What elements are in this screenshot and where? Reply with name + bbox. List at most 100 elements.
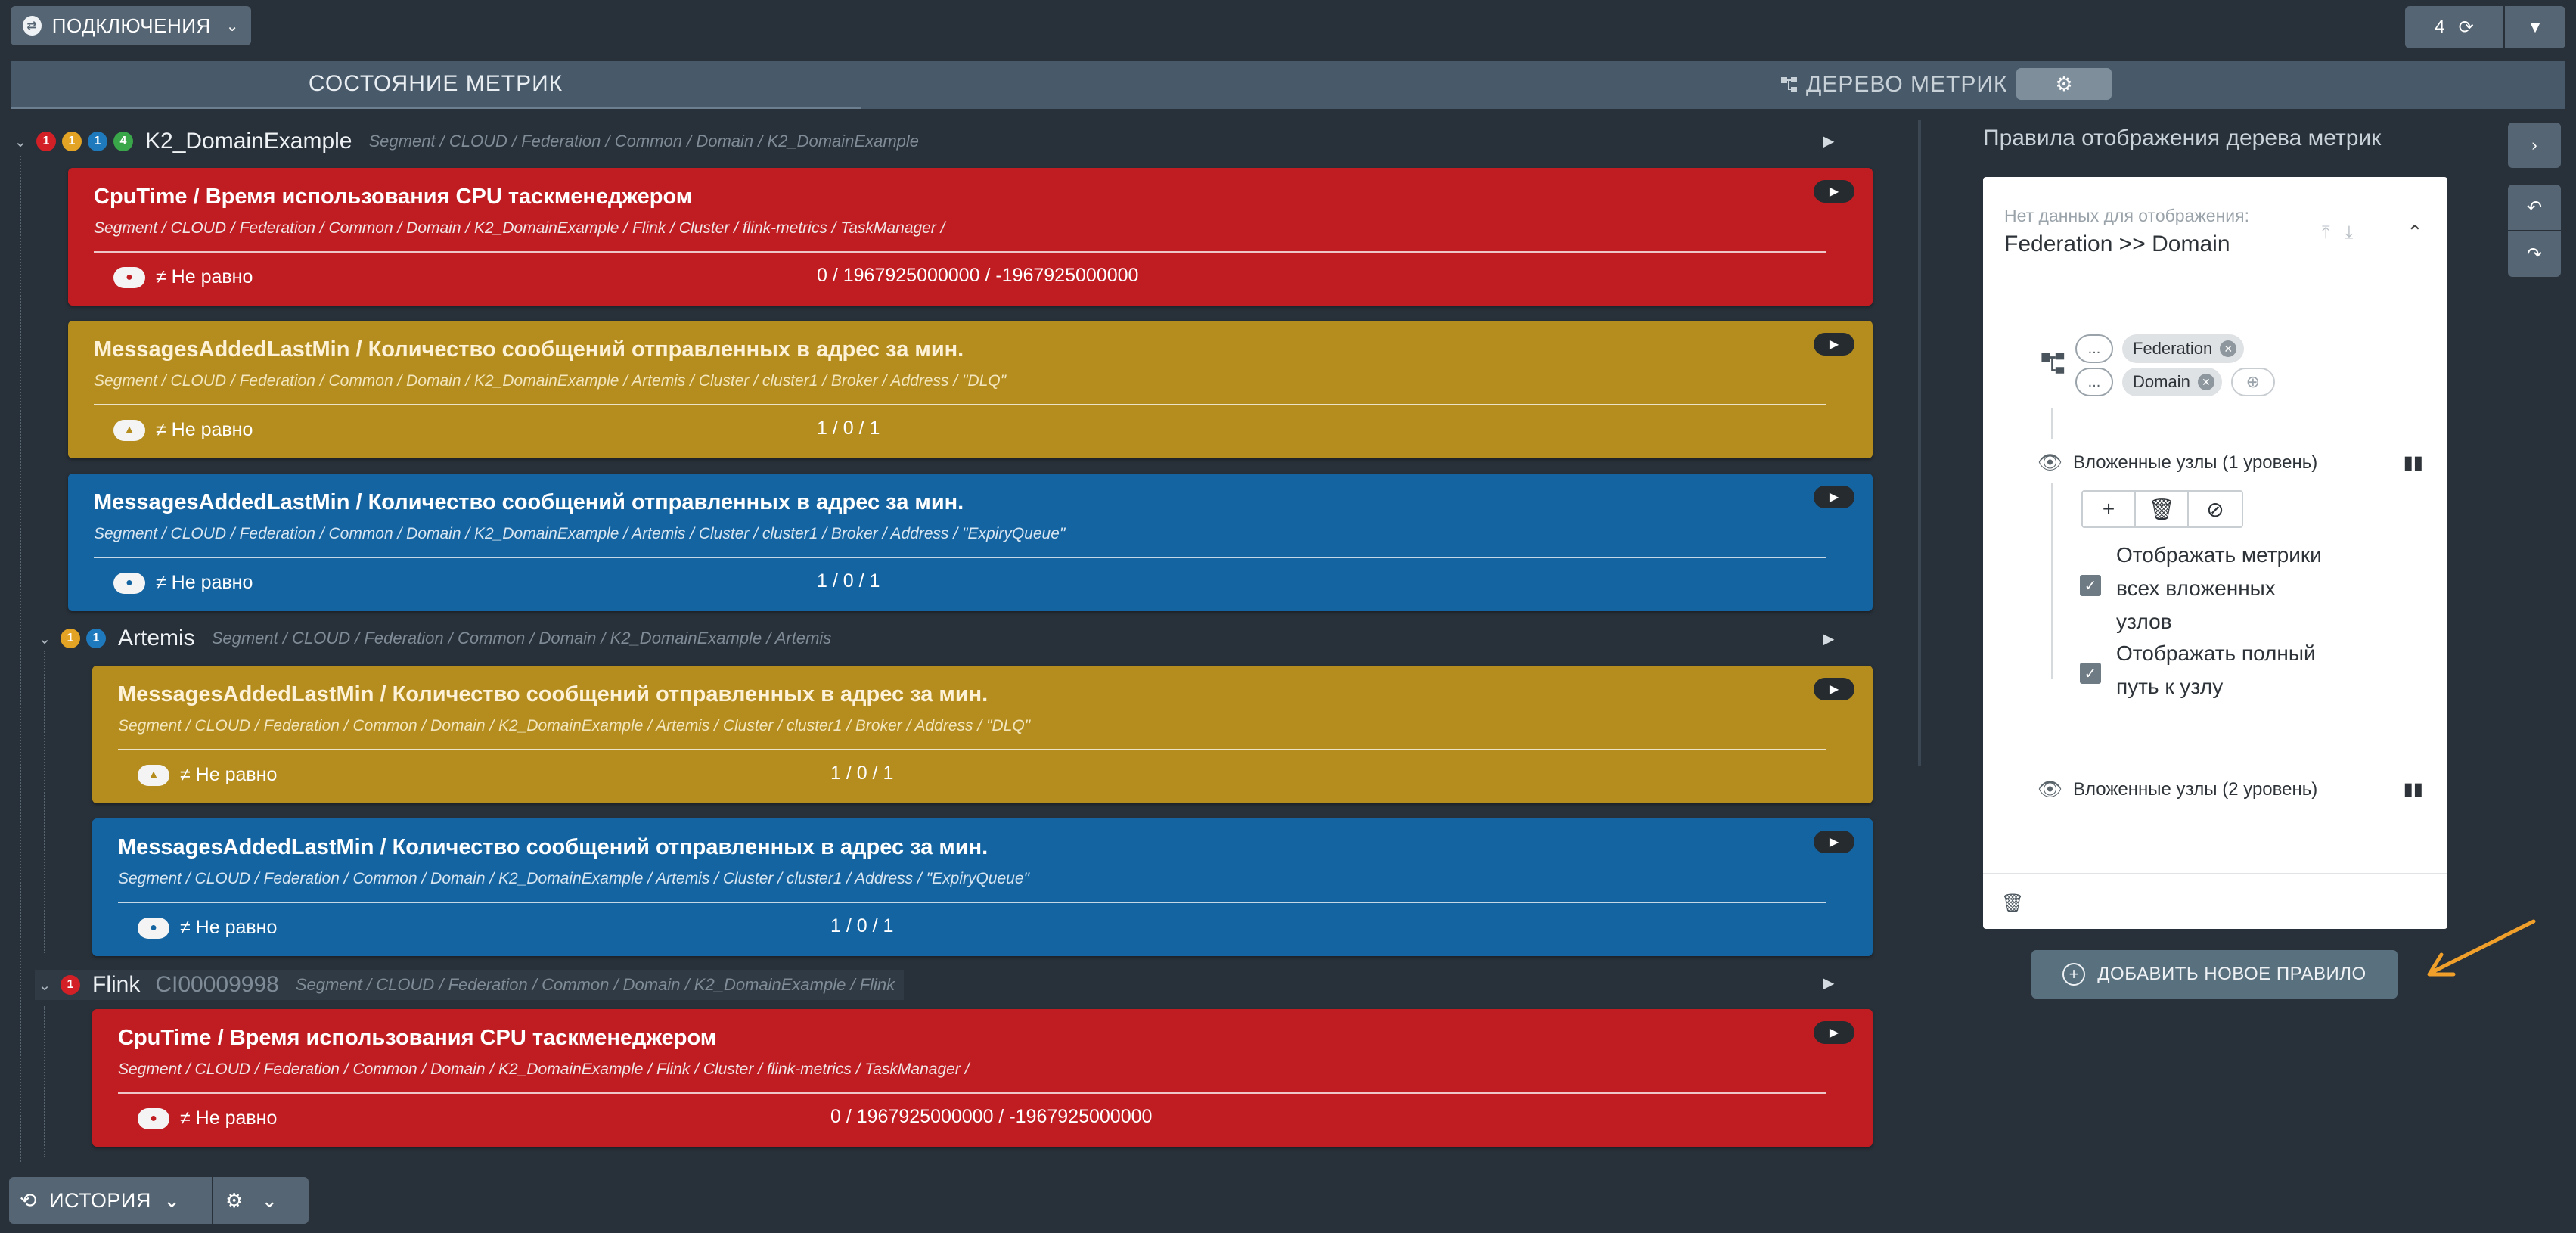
checkbox-checked-icon[interactable]: ✓ (2080, 575, 2101, 596)
chevron-down-icon[interactable]: ⌄ (11, 132, 30, 151)
tab-bar: СОСТОЯНИЕ МЕТРИК ДЕРЕВО МЕТРИК ⚙ (11, 61, 2565, 109)
metric-value: 1 / 0 / 1 (830, 915, 894, 936)
remove-tag-icon[interactable]: ✕ (2220, 340, 2237, 357)
checkbox-show-all-metrics[interactable]: ✓ Отображать метрики всех вложенных узло… (2080, 539, 2335, 638)
metric-path: Segment / CLOUD / Federation / Common / … (94, 219, 945, 237)
metric-card[interactable]: CpuTime / Время использования CPU таскме… (68, 168, 1873, 306)
divider (94, 251, 1826, 253)
panel-splitter[interactable] (1918, 120, 1921, 766)
tree-guide-line (2051, 483, 2053, 679)
chevron-up-icon[interactable]: ⌃ (2407, 221, 2423, 244)
connections-button[interactable]: ⇄ ПОДКЛЮЧЕНИЯ ⌄ (11, 6, 251, 45)
eye-icon[interactable]: 👁 (2038, 451, 2062, 474)
chevron-down-icon[interactable]: ⌄ (35, 976, 54, 995)
metric-card[interactable]: MessagesAddedLastMin / Количество сообще… (68, 321, 1873, 458)
level-2-label: Вложенные узлы (2 уровень) (2073, 778, 2318, 800)
plus-circle-icon: ⊕ (2245, 372, 2261, 391)
redo-button[interactable]: ↷ (2508, 231, 2561, 277)
refresh-count-button[interactable]: 4 ⟳ (2405, 6, 2503, 48)
hide-button[interactable]: ⊘ (2189, 492, 2242, 526)
node-path: Segment / CLOUD / Federation / Common / … (368, 132, 920, 151)
play-icon: ▶ (1829, 491, 1839, 504)
refresh-count: 4 (2435, 17, 2445, 37)
checkbox-show-full-path[interactable]: ✓ Отображать полный путь к узлу (2080, 637, 2335, 703)
metric-condition: ▲ ≠ Не равно (113, 419, 253, 441)
metric-card[interactable]: CpuTime / Время использования CPU таскме… (92, 1009, 1873, 1147)
condition-label: ≠ Не равно (156, 572, 253, 593)
move-top-icon[interactable]: ⤒ (2322, 222, 2330, 244)
tree-node-k2-domainexample[interactable]: ⌄ 1 1 1 4 K2_DomainExample Segment / CLO… (11, 126, 919, 157)
metric-card[interactable]: MessagesAddedLastMin / Количество сообще… (92, 666, 1873, 803)
play-button[interactable]: ▶ (1814, 486, 1854, 508)
play-button[interactable]: ▶ (1814, 831, 1854, 853)
metric-title: CpuTime / Время использования CPU таскме… (118, 1026, 717, 1050)
add-tag-button[interactable]: ⊕ (2230, 368, 2275, 396)
history-button[interactable]: ⟲ ИСТОРИЯ ⌄ (9, 1177, 212, 1224)
hierarchy-icon (2041, 351, 2066, 383)
undo-button[interactable]: ↶ (2508, 185, 2561, 230)
tree-node-flink[interactable]: ⌄ 1 Flink CI00009998 Segment / CLOUD / F… (35, 970, 905, 1000)
metric-title: MessagesAddedLastMin / Количество сообще… (118, 682, 989, 707)
node-title: K2_DomainExample (145, 129, 352, 154)
tag-label: Domain (2133, 372, 2190, 391)
divider (118, 749, 1826, 750)
metric-condition: ● ≠ Не равно (113, 572, 253, 594)
level-2-row[interactable]: 👁 Вложенные узлы (2 уровень) ▮▮ (2038, 778, 2423, 801)
expand-node-icon[interactable]: ▶ (1823, 974, 1834, 992)
delete-rule-icon[interactable]: 🗑 (2001, 893, 2024, 915)
tree-guide-line (44, 651, 45, 953)
bar-chart-icon[interactable]: ▮▮ (2404, 452, 2423, 474)
plus-circle-icon: + (2062, 963, 2086, 986)
metric-path: Segment / CLOUD / Federation / Common / … (94, 372, 1007, 390)
tag-label: Federation (2133, 339, 2213, 358)
add-button[interactable]: + (2083, 492, 2136, 526)
play-button[interactable]: ▶ (1814, 180, 1854, 203)
checkbox-checked-icon[interactable]: ✓ (2080, 663, 2101, 684)
metric-title: MessagesAddedLastMin / Количество сообще… (94, 490, 964, 514)
expand-node-icon[interactable]: ▶ (1823, 132, 1834, 151)
metric-card[interactable]: MessagesAddedLastMin / Количество сообще… (68, 474, 1873, 611)
metric-card[interactable]: MessagesAddedLastMin / Количество сообще… (92, 818, 1873, 956)
tree-icon (1781, 77, 1797, 92)
trash-icon: 🗑 (2148, 497, 2175, 521)
history-settings-button[interactable]: ⚙ ⌄ (213, 1177, 309, 1224)
metric-condition: ▲ ≠ Не равно (138, 764, 277, 786)
add-new-rule-button[interactable]: + ДОБАВИТЬ НОВОЕ ПРАВИЛО (2031, 950, 2398, 999)
play-button[interactable]: ▶ (1814, 1021, 1854, 1044)
delete-button[interactable]: 🗑 (2136, 492, 2189, 526)
tree-guide-line (20, 156, 21, 1162)
metric-value: 1 / 0 / 1 (830, 762, 894, 784)
refresh-dropdown-button[interactable]: ▼ (2505, 6, 2565, 48)
play-icon: ▶ (1829, 836, 1839, 849)
metric-path: Segment / CLOUD / Federation / Common / … (118, 1061, 970, 1078)
metric-path: Segment / CLOUD / Federation / Common / … (118, 717, 1031, 735)
tab-metric-tree-label: ДЕРЕВО МЕТРИК (1806, 72, 2008, 97)
tree-settings-button[interactable]: ⚙ (2016, 68, 2112, 100)
tree-node-artemis[interactable]: ⌄ 1 1 Artemis Segment / CLOUD / Federati… (35, 623, 832, 654)
play-button[interactable]: ▶ (1814, 678, 1854, 700)
metric-condition: ● ≠ Не равно (138, 917, 277, 939)
redo-icon: ↷ (2526, 244, 2543, 265)
remove-tag-icon[interactable]: ✕ (2197, 374, 2214, 390)
play-icon: ▶ (1829, 683, 1839, 696)
tab-metric-tree[interactable]: ДЕРЕВО МЕТРИК (1780, 70, 2007, 100)
ellipsis-chip[interactable]: ... (2075, 368, 2113, 396)
tag-chip-domain[interactable]: Domain ✕ (2122, 368, 2222, 396)
info-status-icon: ● (113, 572, 145, 594)
bar-chart-icon[interactable]: ▮▮ (2404, 778, 2423, 800)
chevron-down-icon[interactable]: ⌄ (35, 629, 54, 648)
node-path: Segment / CLOUD / Federation / Common / … (295, 975, 895, 994)
play-button[interactable]: ▶ (1814, 333, 1854, 356)
collapse-panel-button[interactable]: › (2508, 123, 2561, 168)
info-count-badge: 1 (86, 629, 106, 648)
move-bottom-icon[interactable]: ⤓ (2345, 222, 2354, 244)
metric-value: 0 / 1967925000000 / -1967925000000 (817, 265, 1139, 286)
eye-icon[interactable]: 👁 (2038, 778, 2062, 801)
level-1-row[interactable]: 👁 Вложенные узлы (1 уровень) ▮▮ (2038, 451, 2423, 474)
error-status-icon: ● (138, 1107, 169, 1129)
expand-node-icon[interactable]: ▶ (1823, 629, 1834, 648)
tab-metric-state[interactable]: СОСТОЯНИЕ МЕТРИК (11, 61, 861, 109)
tag-chip-federation[interactable]: Federation ✕ (2122, 334, 2245, 363)
error-count-badge: 1 (61, 975, 80, 995)
ellipsis-chip[interactable]: ... (2075, 334, 2113, 363)
